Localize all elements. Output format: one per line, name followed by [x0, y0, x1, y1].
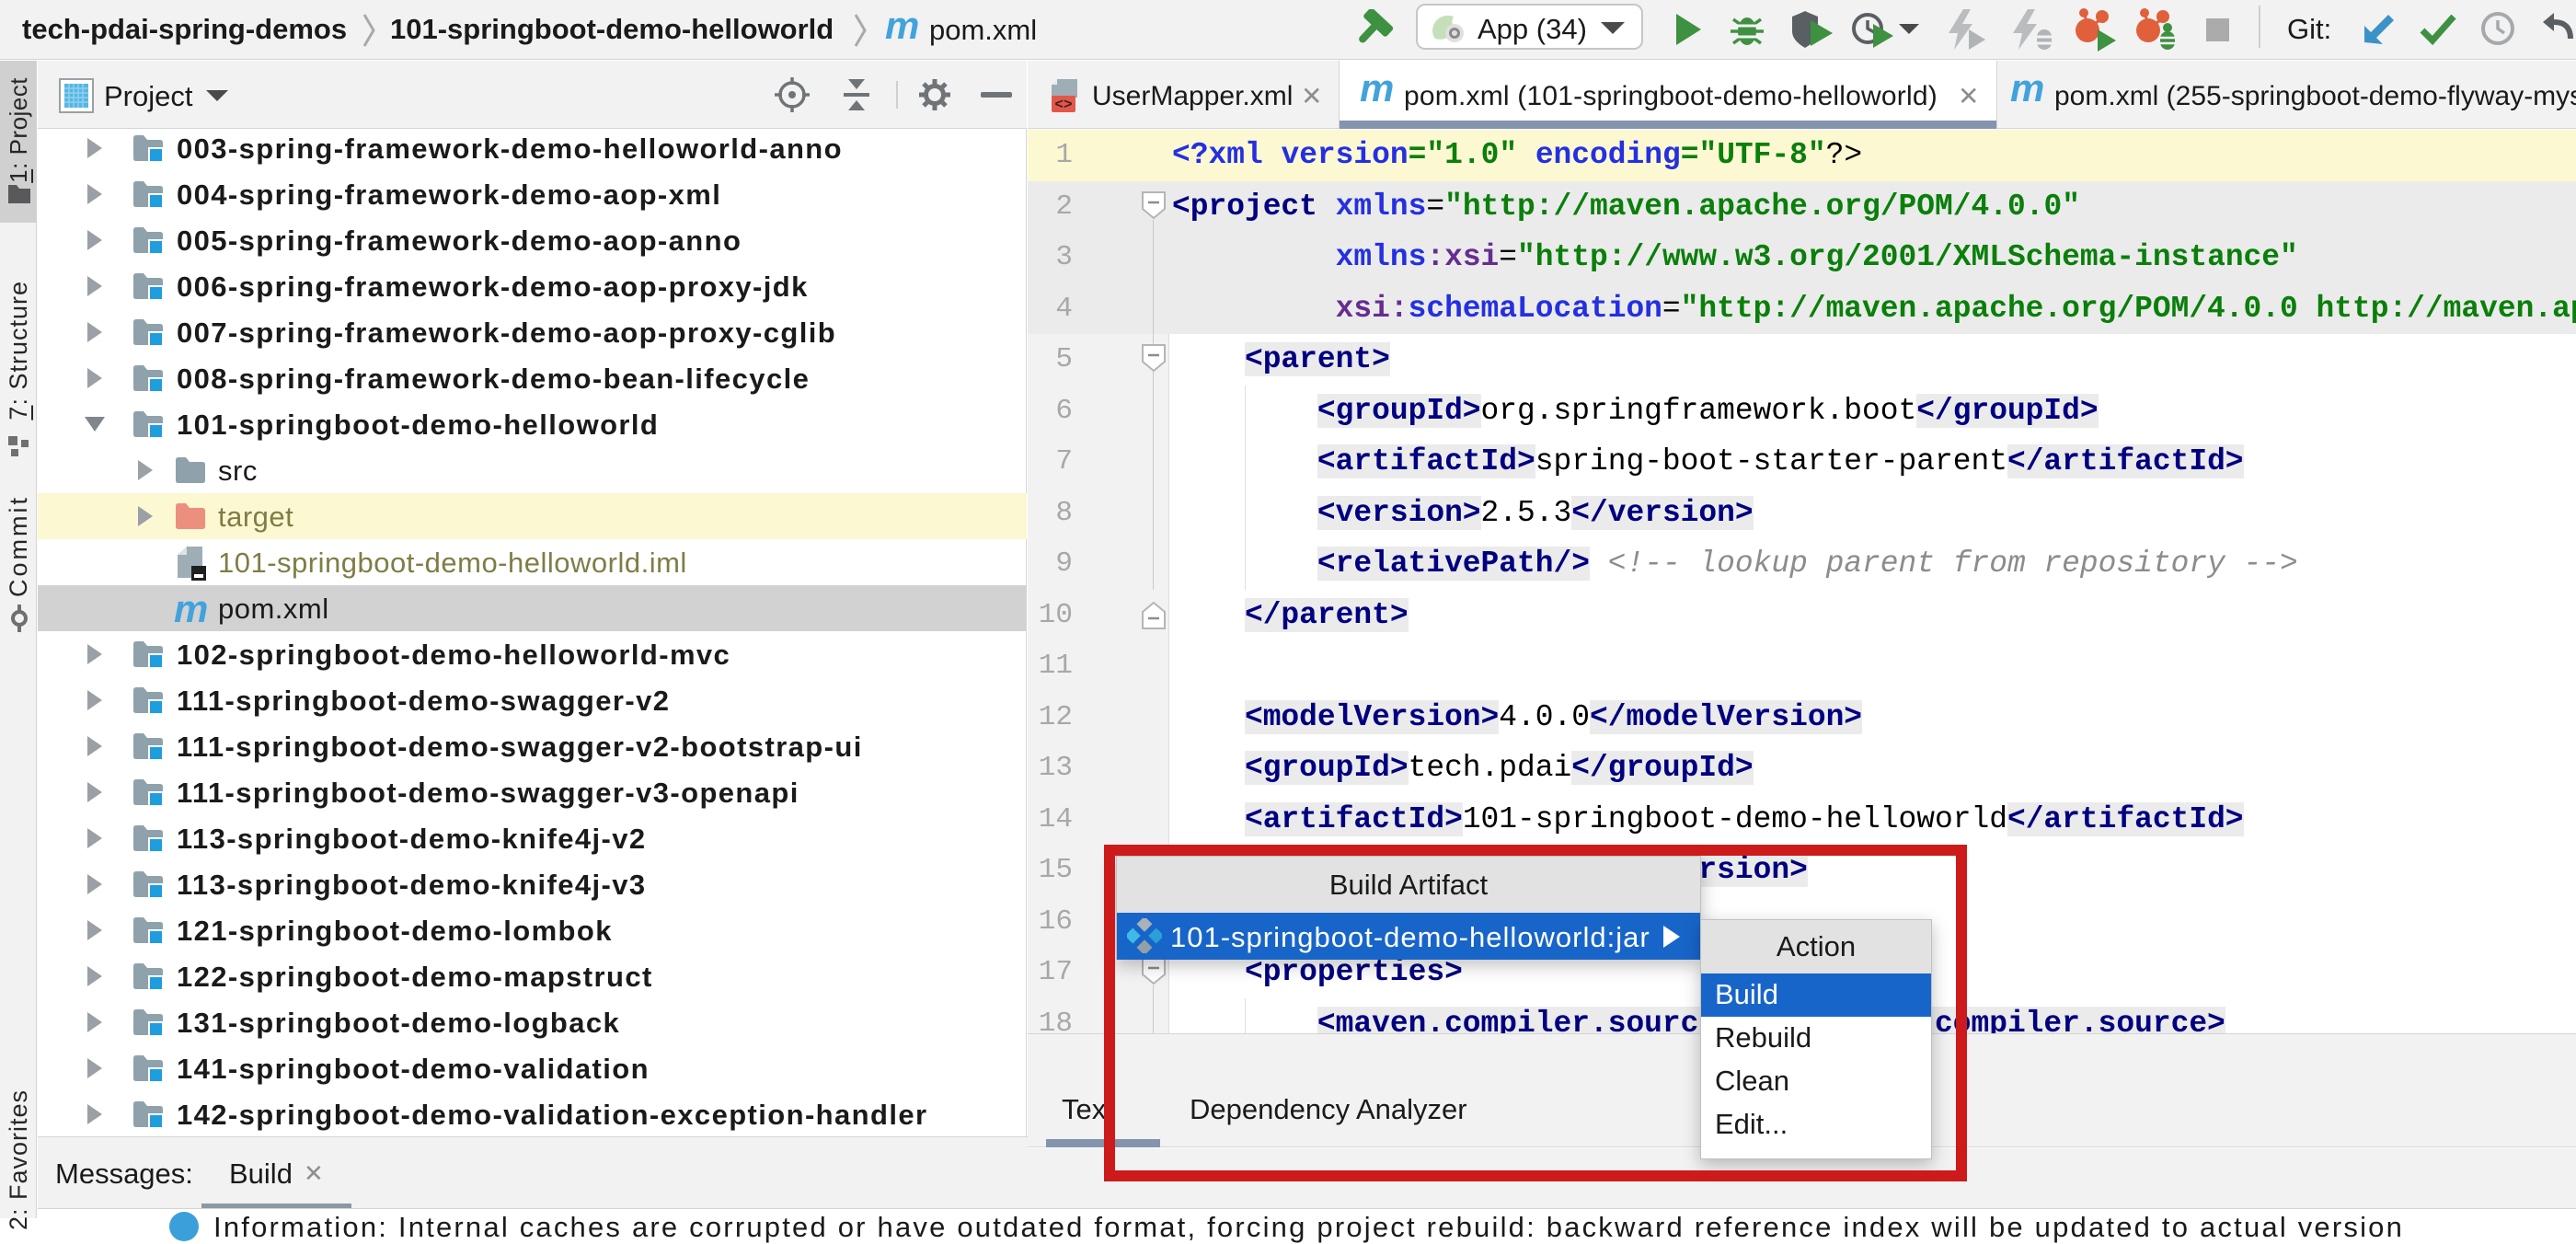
svg-text:<>: <>: [1054, 97, 1072, 113]
